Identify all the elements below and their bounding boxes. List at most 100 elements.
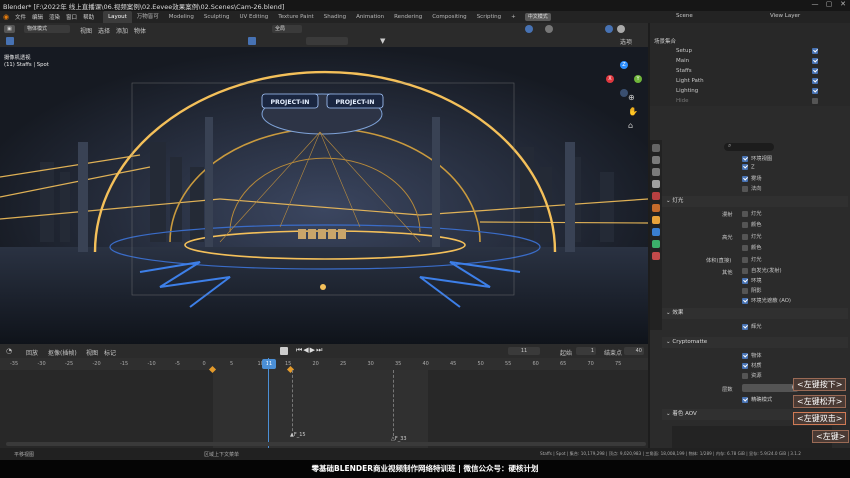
include-checkbox[interactable] [812, 68, 818, 74]
checkbox[interactable] [742, 210, 748, 217]
material-tab-icon[interactable] [652, 252, 660, 260]
include-checkbox[interactable] [812, 78, 818, 84]
include-checkbox[interactable] [812, 98, 818, 104]
outliner-row-light-path[interactable]: Light Path [654, 76, 844, 86]
shading-render-icon[interactable] [605, 25, 613, 33]
pivot-icon[interactable] [248, 37, 256, 45]
pass-row[interactable]: 环境光遮蔽 (AO) [742, 296, 850, 306]
checkbox[interactable] [742, 155, 748, 162]
checkbox[interactable] [742, 256, 748, 263]
pass-row[interactable]: 自发光(发射) [742, 266, 850, 276]
snap-select[interactable] [306, 37, 348, 45]
menu-marker[interactable]: 标记 [104, 348, 116, 357]
transform-orientation-select[interactable]: 全局 [272, 25, 302, 33]
checkbox[interactable] [742, 175, 748, 182]
start-frame-field[interactable]: 1 [576, 347, 596, 355]
section-effects[interactable]: ⌄ 效果 [662, 308, 848, 319]
tab-uv-editing[interactable]: UV Editing [235, 11, 274, 23]
gizmo-y-icon[interactable]: Y [634, 75, 642, 83]
zoom-icon[interactable]: ⊕ [628, 93, 635, 102]
options-button[interactable]: 选项 [620, 37, 632, 46]
include-checkbox[interactable] [812, 58, 818, 64]
pass-row[interactable]: 法向 [742, 184, 850, 194]
outliner-row-hide[interactable]: Hide [654, 96, 844, 106]
tab-texture-paint[interactable]: Texture Paint [273, 11, 319, 23]
menu-help[interactable]: 帮助 [80, 13, 97, 21]
menu-keying[interactable]: 抠像(插帧) [48, 348, 77, 357]
mode-select[interactable]: 物体模式 [24, 25, 70, 33]
levels-field[interactable]: 6 [742, 384, 798, 392]
pass-row[interactable]: 灯光 [742, 209, 850, 219]
pass-row[interactable]: 材质 [742, 361, 850, 371]
add-workspace-button[interactable]: + [506, 11, 521, 23]
scene-tab-icon[interactable] [652, 192, 660, 200]
include-checkbox[interactable] [812, 88, 818, 94]
menu-playback[interactable]: 回放 [26, 348, 38, 357]
tool-tab-icon[interactable] [652, 144, 660, 152]
navigation-gizmo[interactable]: Z X Y [606, 61, 642, 97]
view-layer-label[interactable]: View Layer [770, 13, 800, 19]
checkbox[interactable] [742, 221, 748, 228]
menu-object[interactable]: 物体 [134, 26, 146, 35]
minimize-button[interactable]: — [808, 0, 822, 11]
outliner-row-setup[interactable]: Setup [654, 46, 844, 56]
checkbox[interactable] [742, 352, 748, 359]
tab-shading[interactable]: Shading [319, 11, 351, 23]
pass-row[interactable]: 辉光 [742, 322, 850, 332]
filter-icon[interactable]: ▼ [380, 37, 385, 45]
menu-add[interactable]: 添加 [116, 26, 128, 35]
clock-icon[interactable]: ◔ [6, 347, 12, 355]
gizmo-z-icon[interactable]: Z [620, 61, 628, 69]
menu-edit[interactable]: 编辑 [29, 13, 46, 21]
tab-layout[interactable]: Layout [103, 11, 132, 23]
section-light[interactable]: ⌄ 灯光 [662, 196, 848, 207]
include-checkbox[interactable] [812, 48, 818, 54]
gizmo-neg-z-icon[interactable] [620, 89, 628, 97]
marker-label[interactable]: ▲F_15 [290, 432, 306, 438]
menu-select[interactable]: 选择 [98, 26, 110, 35]
tab-scripting[interactable]: Scripting [472, 11, 506, 23]
tab-animation[interactable]: Animation [351, 11, 389, 23]
scene-label[interactable]: Scene [676, 13, 693, 19]
checkbox[interactable] [742, 287, 748, 294]
aov-list[interactable] [672, 426, 832, 448]
maximize-button[interactable]: ▢ [822, 0, 836, 11]
tab-modeling[interactable]: Modeling [164, 11, 199, 23]
checkbox[interactable] [742, 297, 748, 304]
playhead-frame-badge[interactable]: 11 [262, 359, 276, 369]
menu-view[interactable]: 视图 [80, 26, 92, 35]
menu-render[interactable]: 渲染 [46, 13, 63, 21]
close-button[interactable]: ✕ [836, 0, 850, 11]
checkbox[interactable] [742, 185, 748, 192]
record-icon[interactable] [280, 347, 288, 355]
language-mode-button[interactable]: 中文模式 [524, 13, 551, 21]
blender-logo-icon[interactable]: ◉ [0, 13, 12, 21]
checkbox[interactable] [742, 277, 748, 284]
view-layer-tab-icon[interactable] [652, 180, 660, 188]
pass-row[interactable]: 环境 [742, 276, 850, 286]
pass-row[interactable]: 环境视图 [742, 154, 850, 164]
checkbox[interactable] [742, 362, 748, 369]
overlay-icon[interactable] [525, 25, 533, 33]
checkbox[interactable] [742, 244, 748, 251]
checkbox[interactable] [742, 323, 748, 330]
editor-type-icon[interactable]: ▣ [4, 25, 15, 33]
section-cryptomatte[interactable]: ⌄ Cryptomatte [662, 337, 848, 348]
horizontal-scrollbar[interactable] [6, 442, 646, 446]
camera-view-icon[interactable]: ⌂ [628, 121, 633, 130]
tab-custom[interactable]: 万物皆可 [132, 11, 164, 23]
object-tab-icon[interactable] [652, 216, 660, 224]
checkbox[interactable] [742, 372, 748, 379]
checkbox[interactable] [742, 233, 748, 240]
output-tab-icon[interactable] [652, 168, 660, 176]
pass-row[interactable]: 灯光 [742, 232, 850, 242]
end-frame-field[interactable]: 40 [624, 347, 644, 355]
pass-row[interactable]: 灯光 [742, 255, 850, 265]
pass-row[interactable]: 物体 [742, 351, 850, 361]
playback-controls[interactable]: ⏮◀▶⏭ [296, 346, 323, 355]
shading-solid-icon[interactable] [617, 25, 625, 33]
pan-hand-icon[interactable]: ✋ [628, 107, 638, 116]
world-tab-icon[interactable] [652, 204, 660, 212]
pass-row[interactable]: 雾场 [742, 174, 850, 184]
tab-compositing[interactable]: Compositing [427, 11, 471, 23]
